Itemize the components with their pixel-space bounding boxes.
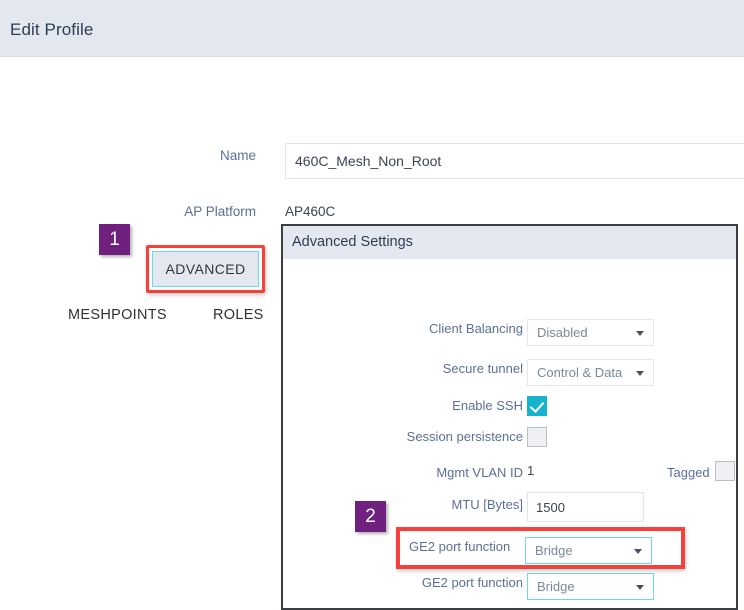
dialog-header: Advanced Settings: [283, 226, 736, 259]
advanced-button-highlight: [146, 245, 265, 293]
ge2-port-function-label: GE2 port function: [421, 575, 523, 590]
name-input[interactable]: [285, 143, 744, 179]
enable-ssh-checkbox[interactable]: [527, 396, 547, 416]
tab-meshpoints[interactable]: MESHPOINTS: [68, 307, 167, 323]
page-title: Edit Profile: [10, 20, 94, 39]
chevron-down-icon: [636, 331, 644, 336]
ge2-port-function-select[interactable]: Bridge: [527, 573, 654, 600]
session-persistence-checkbox[interactable]: [527, 427, 547, 447]
dialog-title: Advanced Settings: [292, 234, 413, 250]
secure-tunnel-value: Control & Data: [537, 365, 623, 380]
name-label: Name: [219, 148, 256, 163]
tab-roles[interactable]: ROLES: [213, 307, 264, 323]
ge2-port-function-value: Bridge: [537, 579, 575, 594]
mtu-label: MTU [Bytes]: [451, 497, 523, 512]
window-header: Edit Profile: [0, 0, 744, 57]
client-balancing-label: Client Balancing: [429, 321, 523, 336]
ge2-port-function-label-overlay: GE2 port function: [409, 539, 511, 554]
client-balancing-value: Disabled: [537, 325, 588, 340]
ap-platform-label: AP Platform: [184, 204, 256, 219]
ap-platform-value: AP460C: [285, 204, 336, 219]
chevron-down-icon: [634, 549, 642, 554]
mtu-input[interactable]: [527, 492, 644, 522]
dialog-body: Client Balancing Disabled Secure tunnel …: [283, 259, 736, 608]
chevron-down-icon: [636, 371, 644, 376]
enable-ssh-label: Enable SSH: [452, 398, 523, 413]
client-balancing-select[interactable]: Disabled: [527, 319, 654, 346]
tagged-label: Tagged: [667, 465, 710, 480]
ge2-port-function-select-overlay[interactable]: Bridge: [525, 537, 652, 564]
mgmt-vlan-id-value: 1: [527, 463, 535, 478]
secure-tunnel-select[interactable]: Control & Data: [527, 359, 654, 386]
secure-tunnel-label: Secure tunnel: [442, 361, 523, 376]
callout-badge-2: 2: [355, 501, 386, 532]
profile-tabs: MESHPOINTS ROLES: [0, 307, 280, 331]
mgmt-vlan-id-label: Mgmt VLAN ID: [436, 465, 523, 480]
ge2-port-function-value-overlay: Bridge: [535, 543, 573, 558]
tagged-checkbox[interactable]: [715, 461, 735, 481]
session-persistence-label: Session persistence: [406, 429, 523, 444]
callout-badge-1: 1: [99, 224, 130, 255]
chevron-down-icon: [636, 585, 644, 590]
